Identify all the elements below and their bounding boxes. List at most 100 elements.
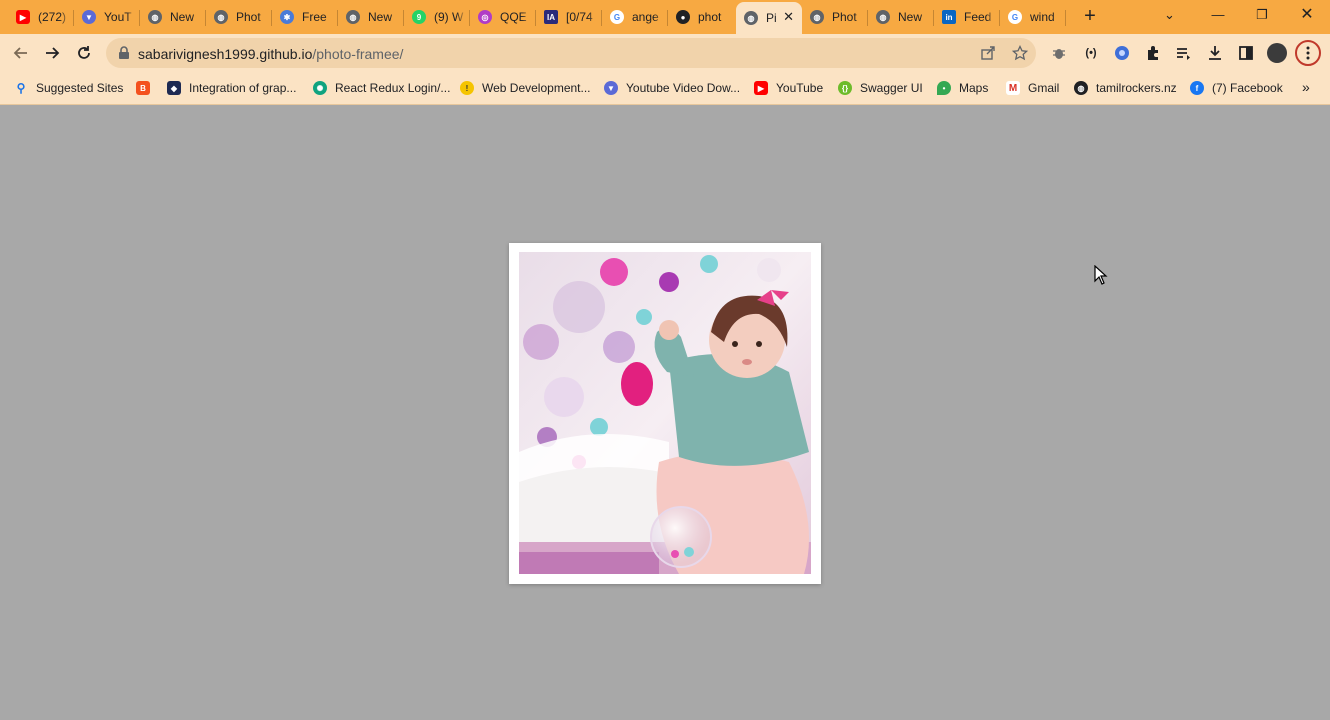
whatsapp-icon: 9 (412, 10, 426, 24)
swagger-icon: {} (838, 81, 852, 95)
mouse-pointer-icon (1094, 264, 1108, 290)
tab-title: Free (302, 10, 327, 24)
bookmark-tamilrockers[interactable]: ◍ tamilrockers.nz (1074, 80, 1177, 96)
tab[interactable]: IA [0/74 (536, 4, 602, 30)
bookmarks-overflow-chevron-icon[interactable]: » (1302, 79, 1310, 95)
back-arrow-icon (13, 47, 27, 59)
tab[interactable]: ▼ YouT (74, 4, 140, 30)
chatgpt-icon: ✺ (313, 81, 327, 95)
tab[interactable]: ✱ Free (272, 4, 338, 30)
share-icon[interactable] (980, 45, 996, 61)
tab[interactable]: 9 (9) W (404, 4, 470, 30)
profile-avatar-icon[interactable] (1266, 42, 1288, 64)
url-path: /photo-framee/ (312, 46, 404, 62)
gmail-icon: M (1006, 81, 1020, 95)
circle-logo-icon: ◎ (478, 10, 492, 24)
extension-circle-icon[interactable] (1111, 42, 1133, 64)
tab-title: YouT (104, 10, 132, 24)
dev-icon: ◆ (167, 81, 181, 95)
url-host: sabarivignesh1999.github.io (138, 46, 313, 62)
browser-toolbar: sabarivignesh1999.github.io/photo-framee… (0, 34, 1330, 72)
back-button[interactable] (9, 41, 33, 65)
tab-title: phot (698, 10, 722, 24)
tab-title: Feed (964, 10, 992, 24)
bookmark-youtube[interactable]: ▶ YouTube (754, 80, 823, 96)
bookmark-web-development[interactable]: ! Web Development... (460, 80, 591, 96)
tab-title: [0/74 (566, 10, 593, 24)
tab[interactable]: ◍ Phot (802, 4, 868, 30)
tab-title: QQE (500, 10, 527, 24)
tab-title: (9) W (434, 10, 464, 24)
media-queue-icon[interactable] (1173, 42, 1195, 64)
google-icon: G (610, 10, 624, 24)
reload-button[interactable] (72, 41, 96, 65)
new-tab-button[interactable]: + (1080, 5, 1100, 27)
tab[interactable]: ◍ New (338, 4, 404, 30)
globe-icon: ◍ (876, 10, 890, 24)
tab[interactable]: Gwind (1000, 4, 1066, 30)
bookmark-swagger-ui[interactable]: {} Swagger UI (838, 80, 923, 96)
tab[interactable]: ● phot (668, 4, 734, 30)
photo-image (519, 252, 811, 574)
globe-icon: ◍ (346, 10, 360, 24)
bookmarks-bar: ⚲ Suggested Sites B ◆ Integration of grap.… (0, 72, 1330, 105)
tab-strip: ▶ (272) ▼ YouT ◍ New ◍ Phot ✱ Free ◍ New 9 (9) … (0, 0, 1330, 34)
extension-bug-icon[interactable] (1048, 42, 1070, 64)
tab-active[interactable]: ◍ Pi ✕ (736, 2, 802, 34)
download-icon[interactable] (1204, 42, 1226, 64)
url-text[interactable]: sabarivignesh1999.github.io/photo-framee… (138, 46, 403, 62)
side-panel-icon[interactable] (1235, 42, 1257, 64)
globe-icon: ◍ (810, 10, 824, 24)
tab-title: (272) (38, 10, 67, 24)
tab-title: ange (632, 10, 659, 24)
ia-icon: IA (544, 10, 558, 24)
bookmark-youtube-downloader[interactable]: ▼ Youtube Video Dow... (604, 80, 740, 96)
tab-title: Pi (766, 11, 777, 25)
tab-title: Phot (236, 10, 261, 24)
download-arrow-icon: ▼ (82, 10, 96, 24)
tab[interactable]: ◎ QQE (470, 4, 536, 30)
bookmark-maps[interactable]: • Maps (937, 80, 988, 96)
bookmark-gmail[interactable]: M Gmail (1006, 80, 1059, 96)
lock-icon[interactable] (118, 46, 130, 60)
tab-search-chevron-icon[interactable]: ⌄ (1164, 7, 1175, 23)
youtube-icon: ▶ (754, 81, 768, 95)
download-arrow-icon: ▼ (604, 81, 618, 95)
google-icon: G (1008, 10, 1022, 24)
bookmark-blogger[interactable]: B (136, 80, 150, 96)
minimize-button[interactable]: — (1207, 4, 1229, 26)
forward-arrow-icon (46, 47, 60, 59)
close-tab-icon[interactable]: ✕ (783, 10, 794, 24)
baby-photo (519, 252, 811, 574)
browser-menu-icon[interactable] (1295, 40, 1321, 66)
close-window-button[interactable]: ✕ (1296, 4, 1318, 26)
facebook-icon: f (1190, 81, 1204, 95)
tab[interactable]: Gange (602, 4, 668, 30)
tab[interactable]: ▶ (272) (8, 4, 74, 30)
restore-button[interactable]: ❐ (1251, 4, 1273, 26)
forward-button[interactable] (40, 41, 64, 65)
extension-code-icon[interactable]: (•) (1080, 42, 1102, 64)
globe-dark-icon: ◍ (1074, 81, 1088, 95)
tab-title: Phot (832, 10, 857, 24)
tab[interactable]: ◍ Phot (206, 4, 272, 30)
bookmark-integration[interactable]: ◆ Integration of grap... (167, 80, 296, 96)
tab-title: New (170, 10, 195, 24)
tab[interactable]: ◍ New (868, 4, 934, 30)
reload-icon (78, 46, 90, 59)
bulb-icon: ! (460, 81, 474, 95)
bookmark-react-redux[interactable]: ✺ React Redux Login/... (313, 80, 450, 96)
linkedin-icon: in (942, 10, 956, 24)
maps-pin-icon: • (937, 81, 951, 95)
address-bar[interactable]: sabarivignesh1999.github.io/photo-framee… (106, 38, 1036, 68)
tab[interactable]: ◍ New (140, 4, 206, 30)
extensions-puzzle-icon[interactable] (1142, 42, 1164, 64)
bookmark-star-icon[interactable] (1012, 45, 1028, 61)
tab[interactable]: in Feed (934, 4, 1000, 30)
bookmark-suggested-sites[interactable]: ⚲ Suggested Sites (14, 80, 124, 96)
globe-icon: ◍ (214, 10, 228, 24)
bookmark-facebook[interactable]: f (7) Facebook (1190, 80, 1283, 96)
globe-icon: ◍ (148, 10, 162, 24)
tab-title: New (368, 10, 393, 24)
tab-title: wind (1030, 10, 1055, 24)
